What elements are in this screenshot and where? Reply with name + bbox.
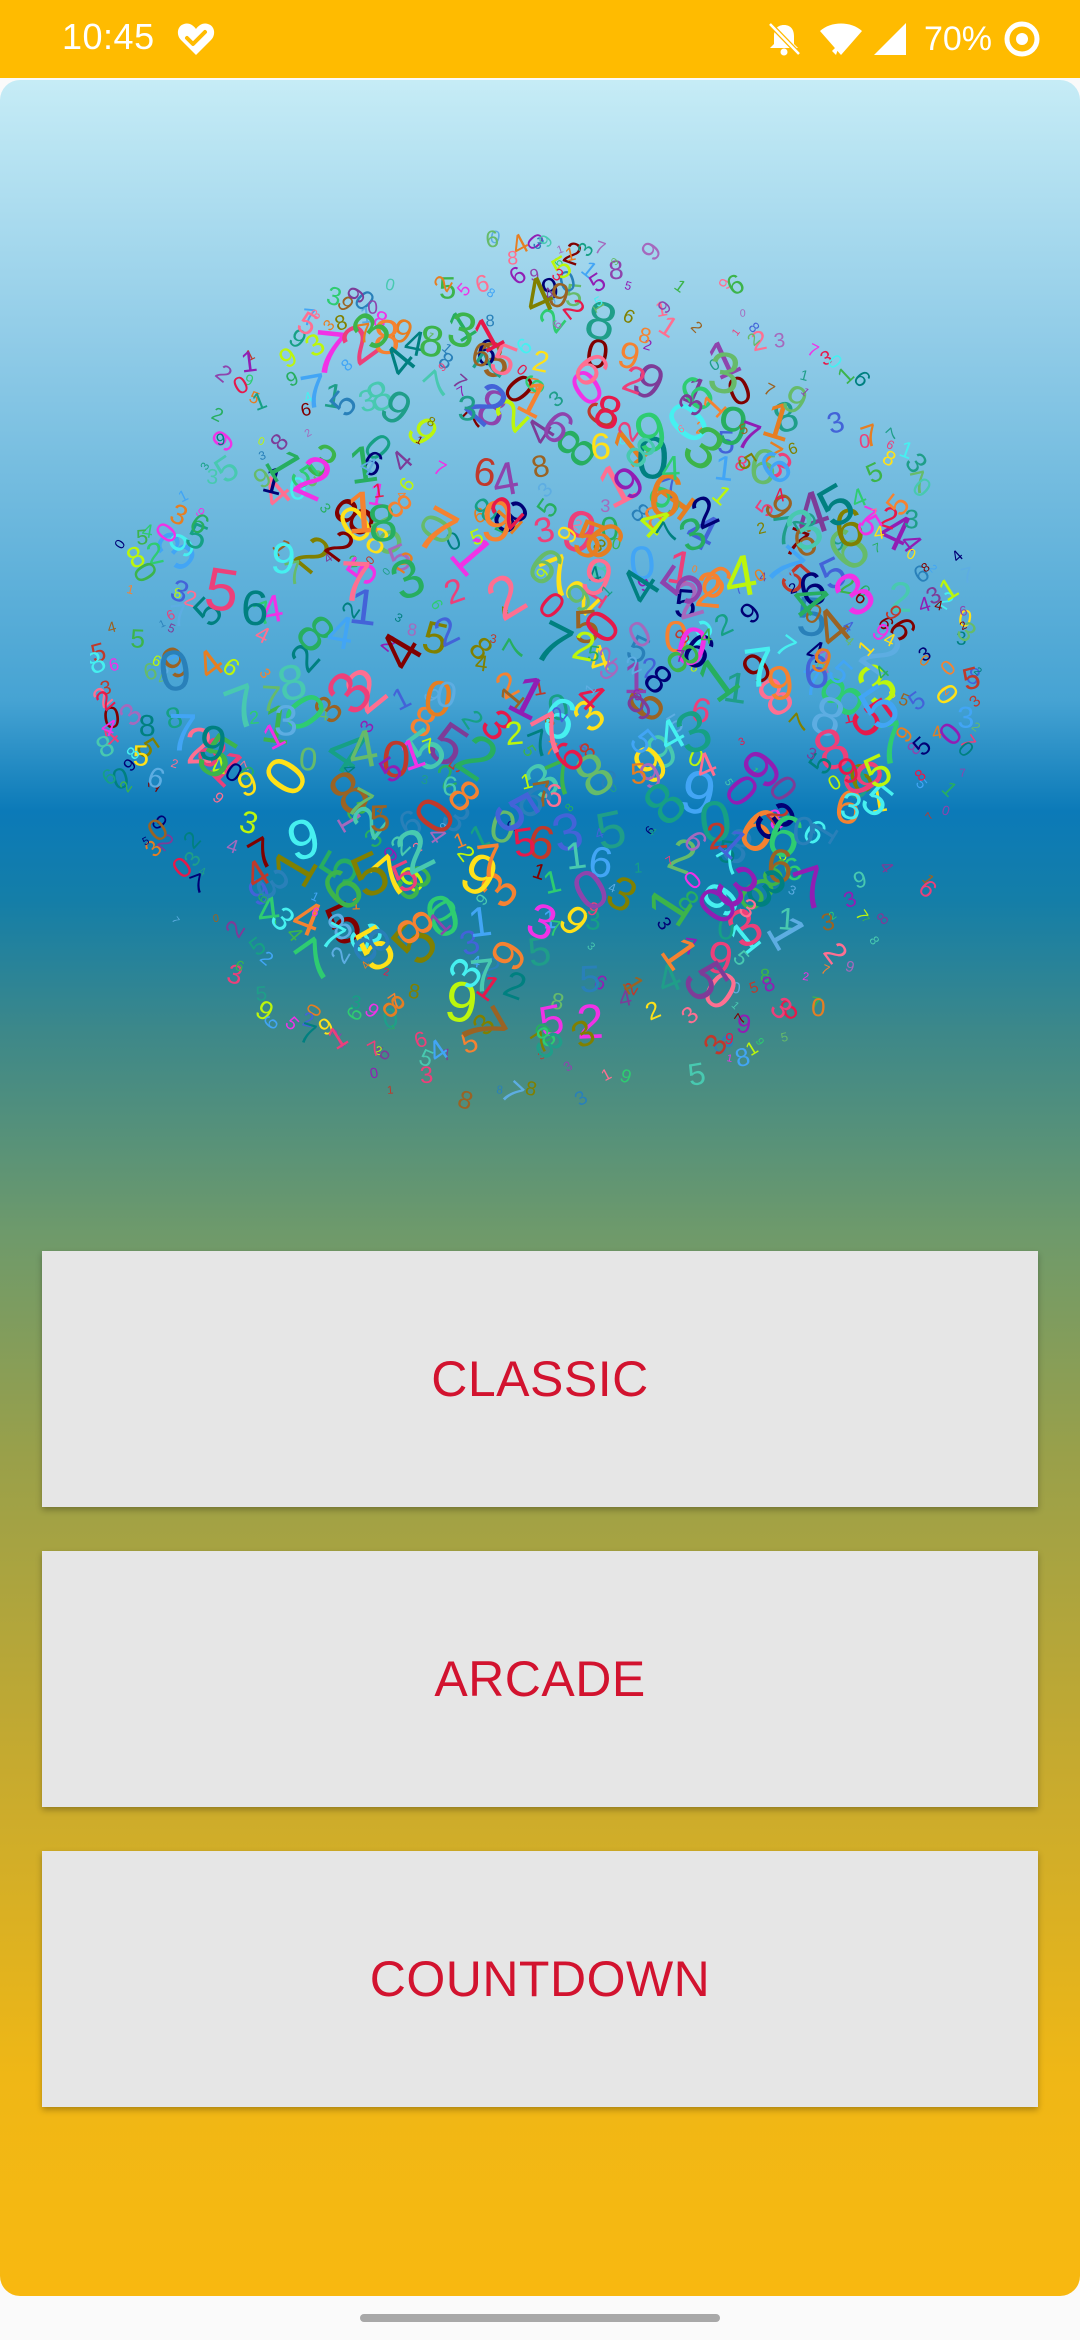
sphere-digit: 3 [823,405,848,441]
sphere-digit: 5 [685,1056,708,1093]
sphere-digit: 5 [903,686,931,717]
sphere-digit: 0 [256,435,266,448]
sphere-digit: 2 [208,403,226,426]
status-time: 10:45 [62,16,155,57]
sphere-digit: 8 [759,972,779,998]
sphere-digit: 5 [747,979,761,998]
sphere-digit: 1 [730,326,743,338]
sphere-digit: 4 [719,542,762,612]
sphere-digit: 1 [598,1065,614,1085]
sphere-digit: 0 [858,430,871,453]
sphere-digit: 2 [303,427,314,440]
sphere-digit: 2 [642,996,665,1026]
sphere-digit: 7 [740,635,779,700]
screen: 10:45 70% 7 0 2 1 9 2 2 7 7 3 3 9 5 3 7 … [0,0,1080,2340]
sphere-digit: 1 [158,618,168,631]
sphere-digit: 7 [819,961,832,978]
random-digits-sphere-icon: 70219227733953770940 405018313051 91581363… [90,225,984,1116]
sphere-digit: 3 [274,697,299,745]
classic-mode-button[interactable]: CLASSIC [42,1251,1038,1507]
sphere-digit: 4 [876,857,898,877]
sphere-digit: 0 [212,912,220,925]
sphere-digit: 2 [687,318,705,336]
sphere-digit: 6 [259,1012,283,1035]
sphere-digit: 5 [135,525,149,550]
sphere-digit: 3 [392,610,405,626]
countdown-mode-button[interactable]: COUNTDOWN [42,1851,1038,2107]
sphere-digit: 3 [349,992,363,1014]
sphere-digit: 9 [269,533,298,584]
cellular-signal-icon [873,23,906,55]
sphere-digit: 4 [105,618,118,637]
sphere-digit: 1 [125,582,135,597]
sphere-digit: 5 [623,278,634,293]
sphere-digit: 1 [387,1084,394,1097]
sphere-digit: 1 [346,577,381,637]
sphere-digit: 8 [873,910,892,929]
sphere-digit: 5 [200,554,243,625]
sphere-digit: 8 [138,709,156,744]
sphere-digit: 9 [634,235,668,266]
sphere-digit: 0 [155,637,195,705]
sphere-digit: 7 [429,457,449,482]
sphere-digit: 0 [940,802,952,819]
sphere-digit: 7 [958,562,976,589]
sphere-digit: 1 [937,777,962,802]
sphere-digit: 9 [209,789,227,808]
battery-percentage: 70% [923,19,992,58]
sphere-digit: 7 [959,766,966,780]
sphere-digit: 0 [369,1065,380,1082]
sphere-digit: 9 [843,958,856,977]
sphere-digit: 0 [298,740,319,778]
app-main-panel: 7021922773395377094040501831305191581363… [0,80,1080,2296]
sphere-digit: 5 [579,958,602,1001]
notifications-off-icon [768,22,801,56]
sphere-digit: 0 [810,994,826,1023]
sphere-digit: 5 [368,797,391,840]
sphere-digit: 5 [255,982,268,1006]
sphere-digit: 9 [617,1065,634,1088]
sphere-digit: 4 [700,624,713,649]
sphere-digit: 5 [780,1030,790,1045]
sphere-digit: 2 [802,971,810,984]
health-heart-check-icon [177,23,215,55]
sphere-digit: 1 [671,276,690,297]
sphere-digit: 0 [791,807,817,855]
sphere-digit: 4 [224,835,241,859]
sphere-digit: 3 [571,1086,592,1111]
gesture-navigation-handle[interactable] [360,2314,720,2322]
status-bar: 10:45 70% [0,0,1080,78]
sphere-digit: 9 [850,865,869,893]
sphere-digit: 0 [936,655,961,681]
sphere-digit: 0 [740,308,746,320]
sphere-digit: 6 [913,874,943,904]
sphere-digit: 7 [467,948,498,1002]
sphere-digit: 0 [383,274,396,295]
sphere-digit: 4 [660,450,681,489]
sphere-digit: 6 [619,305,637,329]
sphere-digit: 3 [561,1058,576,1075]
sphere-digit: 1 [726,1053,734,1065]
data-saver-icon [1004,21,1040,57]
sphere-digit: 3 [584,940,597,953]
sphere-digit: 8 [454,1085,476,1116]
arcade-mode-button[interactable]: ARCADE [42,1551,1038,1807]
status-icons: 70% [764,12,1042,66]
sphere-digit: 6 [472,269,492,299]
sphere-digit: 3 [419,1061,434,1089]
sphere-digit: 3 [457,389,477,428]
sphere-digit: 7 [167,703,198,763]
sphere-digit: 3 [773,329,787,353]
sphere-digit: 7 [924,811,936,823]
sphere-digit: 7 [675,646,686,667]
sphere-digit: 8 [866,933,882,947]
sphere-digit: 3 [957,701,975,735]
sphere-digit: 3 [206,464,219,489]
sphere-digit: 7 [169,915,181,926]
sphere-digit: 5 [130,623,146,653]
sphere-digit: 6 [241,581,269,636]
wifi-icon [819,23,862,55]
